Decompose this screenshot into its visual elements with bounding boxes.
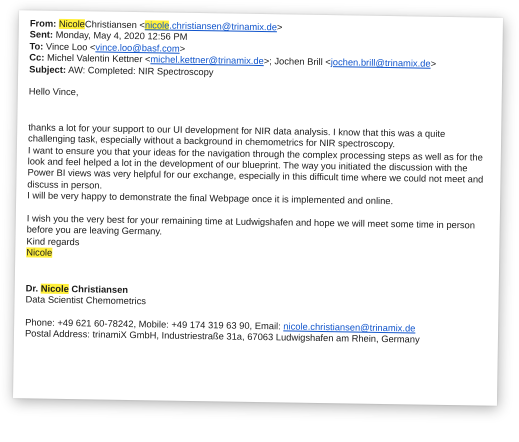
cc-label: Cc:	[29, 52, 45, 63]
subject-value: AW: Completed: NIR Spectroscopy	[68, 64, 214, 77]
signature-title: Dr.	[25, 283, 39, 294]
sender-email-rest: .christiansen@trinamix.de	[169, 20, 278, 33]
cc-email-close: >	[430, 58, 437, 69]
signature-email-link[interactable]: nicole.christiansen@trinamix.de	[283, 321, 415, 333]
signature-last-name: Christiansen	[71, 283, 129, 295]
to-email-link[interactable]: vince.loo@basf.com	[95, 42, 179, 53]
email-printout: From: NicoleChristiansen <nicole.christi…	[12, 10, 504, 406]
signoff-highlight: Nicole	[26, 247, 53, 259]
sender-email-link[interactable]: nicole.christiansen@trinamix.de	[144, 20, 278, 33]
sent-label: Sent:	[29, 29, 54, 41]
cc-email-link-1[interactable]: michel.kettner@trinamix.de	[150, 55, 263, 67]
cc-separator: >; Jochen Brill <	[263, 56, 331, 68]
to-name: Vince Loo <	[45, 41, 96, 53]
sent-value: Monday, May 4, 2020 12:56 PM	[55, 30, 188, 43]
sender-first-name: Nicole	[58, 18, 86, 30]
signature-first-name: Nicole	[40, 283, 69, 294]
cc-email-link-2[interactable]: jochen.brill@trinamix.de	[331, 57, 431, 69]
sender-email-close: >	[276, 22, 283, 33]
sender-email-highlight: nicole	[144, 20, 170, 31]
subject-label: Subject:	[29, 64, 67, 75]
paragraph-ideas: I want to ensure you that your ideas for…	[27, 145, 484, 191]
from-label: From:	[29, 18, 57, 29]
to-email-close: >	[179, 43, 186, 54]
sender-last-name: Christiansen <	[84, 19, 145, 31]
cc-name-1: Michel Valentin Kettner <	[46, 52, 151, 65]
to-label: To:	[29, 41, 44, 52]
